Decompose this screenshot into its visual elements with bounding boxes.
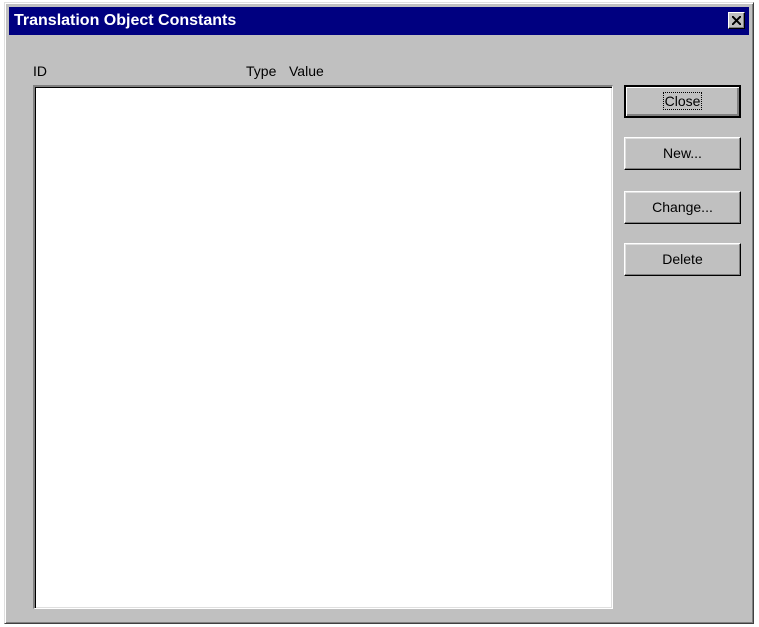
change-button[interactable]: Change... <box>624 191 741 224</box>
column-header-value[interactable]: Value <box>289 63 324 79</box>
delete-button[interactable]: Delete <box>624 243 741 276</box>
column-header-type[interactable]: Type <box>246 63 276 79</box>
close-window-button[interactable] <box>728 12 745 29</box>
title-bar: Translation Object Constants <box>9 7 749 35</box>
new-button[interactable]: New... <box>624 137 741 170</box>
column-header-id[interactable]: ID <box>33 63 47 79</box>
close-button[interactable]: Close <box>624 85 741 118</box>
close-button-label: Close <box>662 92 703 110</box>
translation-object-constants-dialog: Translation Object Constants ID Type Val… <box>4 2 754 624</box>
dialog-title: Translation Object Constants <box>14 12 237 29</box>
close-icon <box>732 16 741 25</box>
constants-list[interactable] <box>33 85 613 609</box>
